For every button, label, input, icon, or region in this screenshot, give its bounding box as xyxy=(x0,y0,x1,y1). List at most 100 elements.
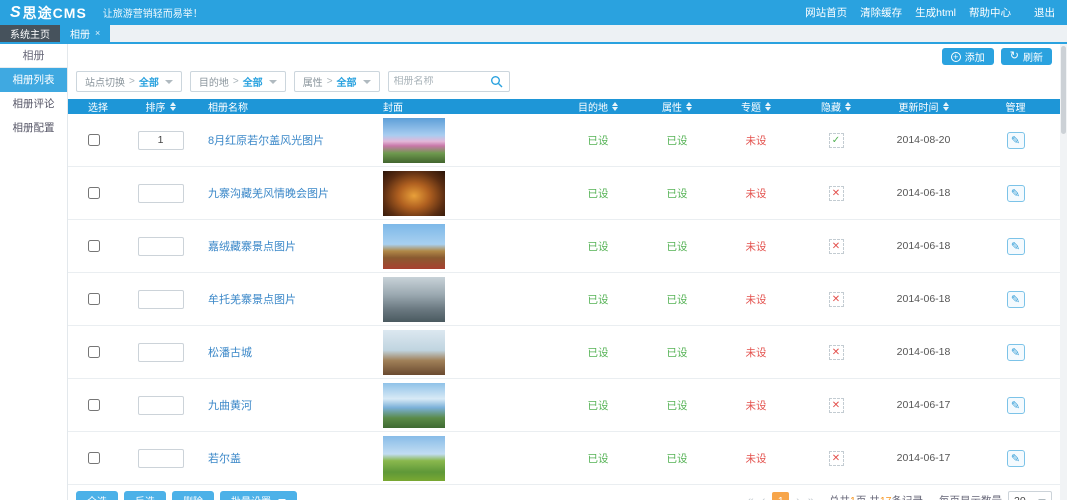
updated-date: 2014-06-18 xyxy=(876,187,971,199)
current-page-button[interactable]: 1 xyxy=(772,492,789,500)
sort-icon xyxy=(170,102,176,111)
album-cover-image[interactable] xyxy=(383,330,445,375)
sidebar-title: 相册 xyxy=(0,44,67,68)
edit-icon[interactable]: ✎ xyxy=(1007,185,1025,202)
tab-system-home[interactable]: 系统主页 xyxy=(0,25,60,42)
sort-input[interactable] xyxy=(138,184,184,203)
edit-icon[interactable]: ✎ xyxy=(1007,238,1025,255)
search-input[interactable] xyxy=(394,76,489,87)
top-link-logout[interactable]: 退出 xyxy=(1034,5,1055,20)
first-page-button[interactable]: « xyxy=(746,495,754,500)
select-all-button[interactable]: 全选 xyxy=(76,491,118,500)
per-page-select[interactable]: 20 xyxy=(1008,491,1052,500)
topic-status: 未设 xyxy=(716,186,796,201)
tab-album[interactable]: 相册 × xyxy=(60,25,110,42)
sidebar: 相册 相册列表 相册评论 相册配置 xyxy=(0,44,68,500)
refresh-button[interactable]: ↻ 刷新 xyxy=(1001,48,1052,65)
hidden-toggle-icon[interactable]: ✕ xyxy=(829,345,844,360)
sort-input[interactable] xyxy=(138,131,184,150)
plus-circle-icon: + xyxy=(951,52,961,62)
hidden-toggle-icon[interactable]: ✕ xyxy=(829,186,844,201)
sidebar-item-album-comments[interactable]: 相册评论 xyxy=(0,92,67,116)
album-cover-image[interactable] xyxy=(383,171,445,216)
vertical-scrollbar[interactable] xyxy=(1060,44,1067,500)
table-row: 松潘古城 已设 已设 未设 ✕ 2014-06-18 ✎ xyxy=(68,326,1060,379)
destination-status: 已设 xyxy=(558,186,638,201)
table-row: 嘉绒藏寨景点图片 已设 已设 未设 ✕ 2014-06-18 ✎ xyxy=(68,220,1060,273)
hidden-toggle-icon[interactable]: ✕ xyxy=(829,451,844,466)
album-name-link[interactable]: 九寨沟藏羌风情晚会图片 xyxy=(208,185,329,201)
album-name-link[interactable]: 8月红原若尔盖风光图片 xyxy=(208,132,324,148)
actions-row: + 添加 ↻ 刷新 xyxy=(68,44,1060,67)
prev-page-button[interactable]: ‹ xyxy=(761,495,767,500)
sort-input[interactable] xyxy=(138,396,184,415)
row-checkbox[interactable] xyxy=(88,134,100,146)
sidebar-item-album-list[interactable]: 相册列表 xyxy=(0,68,67,92)
top-link-clear-cache[interactable]: 清除缓存 xyxy=(860,5,902,20)
col-header-updated[interactable]: 更新时间 xyxy=(876,99,971,114)
records-summary: 总共1页,共17条记录 xyxy=(829,493,923,500)
hidden-toggle-icon[interactable]: ✕ xyxy=(829,292,844,307)
hidden-toggle-icon[interactable]: ✓ xyxy=(829,133,844,148)
album-cover-image[interactable] xyxy=(383,277,445,322)
album-cover-image[interactable] xyxy=(383,118,445,163)
album-name-link[interactable]: 嘉绒藏寨景点图片 xyxy=(208,238,296,254)
row-checkbox[interactable] xyxy=(88,240,100,252)
edit-icon[interactable]: ✎ xyxy=(1007,132,1025,149)
sort-input[interactable] xyxy=(138,343,184,362)
table-row: 九曲黄河 已设 已设 未设 ✕ 2014-06-17 ✎ xyxy=(68,379,1060,432)
tab-bar: 系统主页 相册 × xyxy=(0,25,1067,42)
hidden-toggle-icon[interactable]: ✕ xyxy=(829,239,844,254)
add-button[interactable]: + 添加 xyxy=(942,48,994,65)
col-header-attribute[interactable]: 属性 xyxy=(638,99,716,114)
top-links: 网站首页 清除缓存 生成html 帮助中心 退出 xyxy=(805,5,1055,20)
invert-select-button[interactable]: 反选 xyxy=(124,491,166,500)
top-link-generate-html[interactable]: 生成html xyxy=(915,5,956,20)
site-switch-dropdown[interactable]: 站点切换 > 全部 xyxy=(76,71,182,92)
row-checkbox[interactable] xyxy=(88,187,100,199)
attribute-dropdown[interactable]: 属性 > 全部 xyxy=(294,71,380,92)
row-checkbox[interactable] xyxy=(88,399,100,411)
album-name-link[interactable]: 牟托羌寨景点图片 xyxy=(208,291,296,307)
next-page-button[interactable]: › xyxy=(795,495,801,500)
batch-settings-button[interactable]: 批量设置 xyxy=(220,491,297,500)
hidden-toggle-icon[interactable]: ✕ xyxy=(829,398,844,413)
top-link-help-center[interactable]: 帮助中心 xyxy=(969,5,1011,20)
sort-input[interactable] xyxy=(138,449,184,468)
logo-icon: S xyxy=(10,4,21,22)
row-checkbox[interactable] xyxy=(88,346,100,358)
destination-status: 已设 xyxy=(558,133,638,148)
topic-status: 未设 xyxy=(716,451,796,466)
edit-icon[interactable]: ✎ xyxy=(1007,450,1025,467)
album-name-link[interactable]: 九曲黄河 xyxy=(208,397,252,413)
chevron-down-icon xyxy=(269,80,277,84)
edit-icon[interactable]: ✎ xyxy=(1007,344,1025,361)
edit-icon[interactable]: ✎ xyxy=(1007,291,1025,308)
col-header-topic[interactable]: 专题 xyxy=(716,99,796,114)
col-header-destination[interactable]: 目的地 xyxy=(558,99,638,114)
album-cover-image[interactable] xyxy=(383,383,445,428)
col-header-sort[interactable]: 排序 xyxy=(118,99,203,114)
search-button[interactable] xyxy=(489,75,504,88)
sort-input[interactable] xyxy=(138,290,184,309)
attribute-status: 已设 xyxy=(638,451,716,466)
sidebar-item-album-settings[interactable]: 相册配置 xyxy=(0,116,67,140)
table-body: 8月红原若尔盖风光图片 已设 已设 未设 ✓ 2014-08-20 ✎ 九寨沟藏… xyxy=(68,114,1060,485)
album-cover-image[interactable] xyxy=(383,436,445,481)
tab-close-icon[interactable]: × xyxy=(95,29,100,38)
top-link-site-home[interactable]: 网站首页 xyxy=(805,5,847,20)
edit-icon[interactable]: ✎ xyxy=(1007,397,1025,414)
row-checkbox[interactable] xyxy=(88,293,100,305)
col-header-cover: 封面 xyxy=(383,99,558,114)
album-name-link[interactable]: 若尔盖 xyxy=(208,450,241,466)
row-checkbox[interactable] xyxy=(88,452,100,464)
album-cover-image[interactable] xyxy=(383,224,445,269)
scrollbar-thumb[interactable] xyxy=(1061,46,1066,134)
col-header-hidden[interactable]: 隐藏 xyxy=(796,99,876,114)
delete-button[interactable]: 删除 xyxy=(172,491,214,500)
per-page-label: 每页显示数量 xyxy=(939,493,1002,500)
album-name-link[interactable]: 松潘古城 xyxy=(208,344,252,360)
destination-dropdown[interactable]: 目的地 > 全部 xyxy=(190,71,286,92)
last-page-button[interactable]: » xyxy=(807,495,815,500)
sort-input[interactable] xyxy=(138,237,184,256)
